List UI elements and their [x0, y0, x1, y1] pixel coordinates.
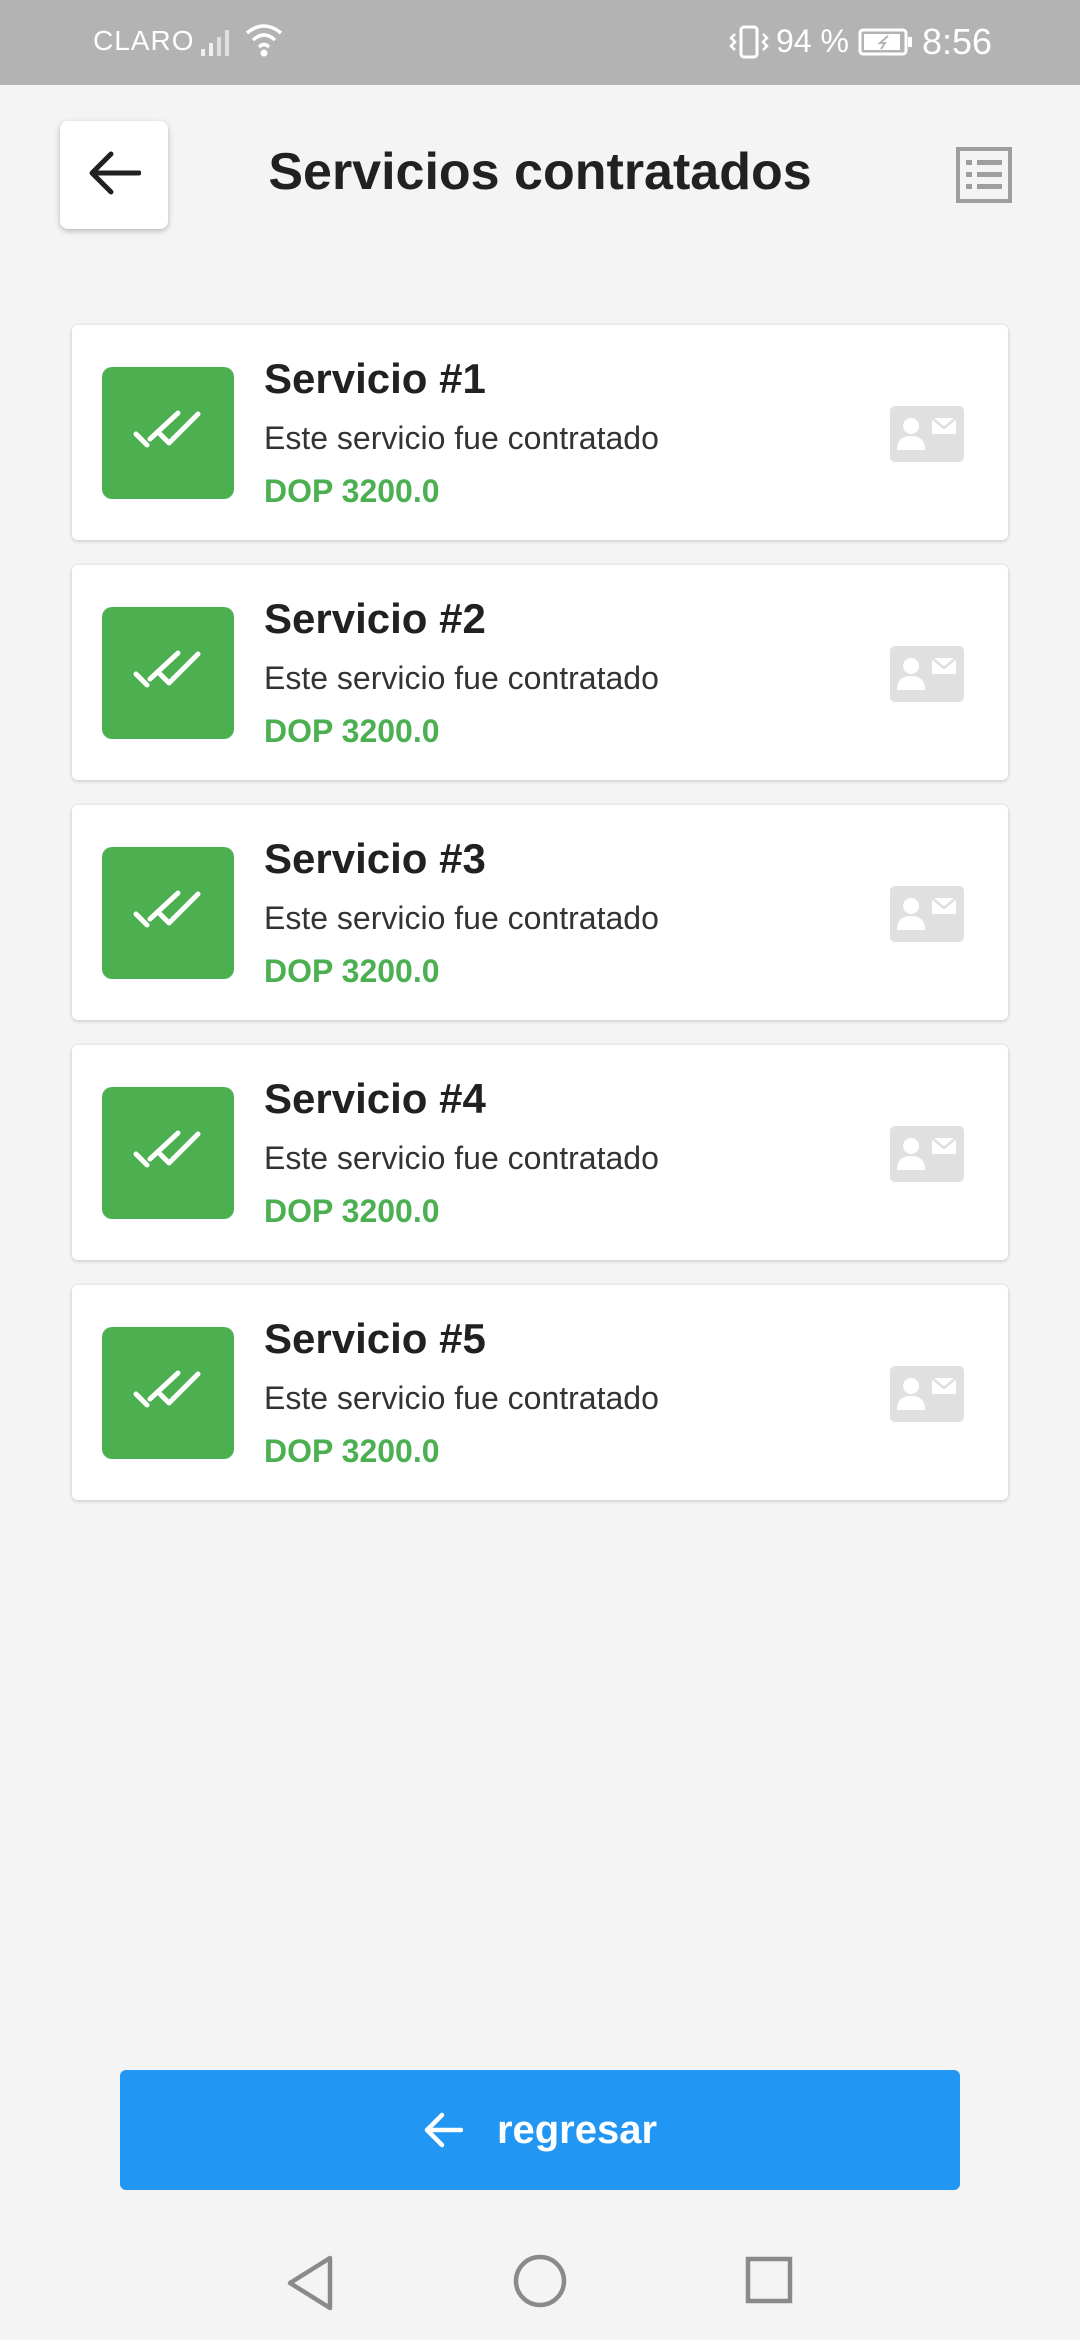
double-check-icon — [132, 1368, 204, 1419]
service-description: Este servicio fue contratado — [264, 1380, 659, 1416]
system-nav-bar — [0, 2225, 1080, 2340]
arrow-left-icon — [423, 2112, 463, 2148]
double-check-icon — [132, 648, 204, 699]
status-badge — [102, 1087, 234, 1219]
service-price: DOP 3200.0 — [264, 713, 440, 749]
status-badge — [102, 847, 234, 979]
service-title: Servicio #5 — [264, 1315, 486, 1362]
status-badge — [102, 607, 234, 739]
double-check-icon — [132, 888, 204, 939]
service-card[interactable]: Servicio #2 Este servicio fue contratado… — [72, 565, 1008, 780]
regresar-button[interactable]: regresar — [120, 2070, 960, 2190]
double-check-icon — [132, 1128, 204, 1179]
contact-card-icon[interactable] — [890, 406, 964, 467]
double-check-icon — [132, 408, 204, 459]
service-title: Servicio #4 — [264, 1075, 486, 1122]
status-badge — [102, 1327, 234, 1459]
app-header: Servicios contratados — [0, 85, 1080, 265]
page-title: Servicios contratados — [268, 143, 812, 201]
service-card[interactable]: Servicio #4 Este servicio fue contratado… — [72, 1045, 1008, 1260]
service-description: Este servicio fue contratado — [264, 900, 659, 936]
status-badge — [102, 367, 234, 499]
circle-home-icon[interactable] — [512, 2253, 568, 2314]
service-title: Servicio #3 — [264, 835, 486, 882]
service-price: DOP 3200.0 — [264, 1193, 440, 1229]
wifi-icon — [244, 22, 284, 63]
carrier-name: CLARO — [93, 25, 195, 56]
regresar-label: regresar — [496, 2107, 658, 2152]
service-card[interactable]: Servicio #3 Este servicio fue contratado… — [72, 805, 1008, 1020]
contact-card-icon[interactable] — [890, 646, 964, 707]
square-recents-icon[interactable] — [744, 2255, 794, 2310]
vibrate-icon — [728, 24, 770, 65]
battery-icon — [858, 28, 914, 61]
battery-percent: 94 % — [776, 23, 849, 59]
service-price: DOP 3200.0 — [264, 473, 440, 509]
status-bar: CLARO 94 % 8:56 — [0, 0, 1080, 85]
triangle-back-icon[interactable] — [284, 2253, 336, 2318]
back-button[interactable] — [60, 121, 168, 229]
signal-icon — [200, 27, 234, 62]
service-description: Este servicio fue contratado — [264, 660, 659, 696]
service-price: DOP 3200.0 — [264, 953, 440, 989]
service-card[interactable]: Servicio #1 Este servicio fue contratado… — [72, 325, 1008, 540]
contact-card-icon[interactable] — [890, 886, 964, 947]
service-title: Servicio #1 — [264, 355, 486, 402]
services-list: Servicio #1 Este servicio fue contratado… — [72, 325, 1008, 1525]
service-description: Este servicio fue contratado — [264, 1140, 659, 1176]
service-description: Este servicio fue contratado — [264, 420, 659, 456]
list-icon[interactable] — [956, 147, 1012, 208]
contact-card-icon[interactable] — [890, 1126, 964, 1187]
arrow-left-icon — [87, 150, 142, 201]
contact-card-icon[interactable] — [890, 1366, 964, 1427]
service-title: Servicio #2 — [264, 595, 486, 642]
service-card[interactable]: Servicio #5 Este servicio fue contratado… — [72, 1285, 1008, 1500]
clock: 8:56 — [922, 21, 993, 62]
service-price: DOP 3200.0 — [264, 1433, 440, 1469]
